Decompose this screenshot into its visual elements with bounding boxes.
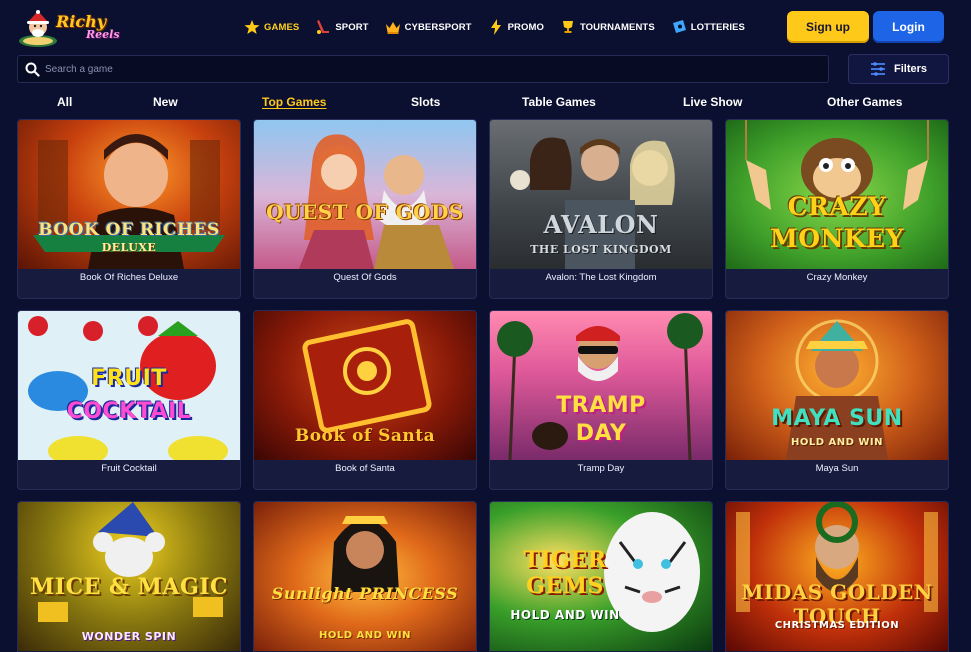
- game-art-title: AVALON: [543, 210, 659, 239]
- game-art-title: FRUIT: [91, 366, 167, 391]
- game-card[interactable]: MAYA SUN HOLD AND WIN Maya Sun: [725, 310, 949, 490]
- star-icon: [244, 20, 260, 34]
- game-art-subtitle: HOLD AND WIN: [790, 437, 884, 448]
- search-bar: [17, 55, 829, 83]
- game-art-title: TRAMP: [556, 393, 646, 418]
- tab-all[interactable]: All: [57, 95, 72, 109]
- nav-cybersport[interactable]: CYBERSPORT: [385, 19, 472, 35]
- game-card[interactable]: MICE & MAGIC WONDER SPIN: [17, 501, 241, 652]
- search-input[interactable]: [45, 59, 805, 80]
- game-card[interactable]: QUEST OF GODS Quest Of Gods: [253, 119, 477, 299]
- sliders-icon: [870, 62, 885, 76]
- game-art-title: Sunlight PRINCESS: [271, 584, 459, 603]
- game-card[interactable]: BOOK OF RICHES DELUXE Book Of Riches Del…: [17, 119, 241, 299]
- game-thumbnail: MAYA SUN HOLD AND WIN: [726, 311, 948, 460]
- game-title: Book of Santa: [335, 463, 395, 474]
- game-card[interactable]: Book of Santa Book of Santa: [253, 310, 477, 490]
- game-title: Maya Sun: [815, 463, 859, 474]
- game-art-subtitle: WONDER SPIN: [81, 630, 177, 643]
- filters-label: Filters: [893, 63, 927, 75]
- game-art-title: Book of Santa: [294, 426, 436, 446]
- game-art-subtitle: CHRISTMAS EDITION: [774, 620, 900, 631]
- hockey-stick-icon: [317, 20, 330, 34]
- game-art-subtitle: MONKEY: [770, 224, 904, 253]
- game-thumbnail: CRAZY MONKEY: [726, 120, 948, 269]
- game-art-subtitle: DELUXE: [101, 241, 157, 254]
- tab-top-games[interactable]: Top Games: [262, 95, 326, 109]
- game-title: Quest Of Gods: [333, 272, 397, 283]
- game-thumbnail: TRAMP DAY: [490, 311, 712, 460]
- game-thumbnail: AVALON THE LOST KINGDOM: [490, 120, 712, 269]
- game-title: Crazy Monkey: [806, 272, 868, 283]
- game-title: Book Of Riches Deluxe: [79, 272, 179, 283]
- game-thumbnail: FRUIT COCKTAIL: [18, 311, 240, 460]
- tab-table-games[interactable]: Table Games: [522, 95, 596, 109]
- game-art-title: MAYA SUN: [771, 406, 903, 431]
- game-art-title: BOOK OF RICHES: [38, 220, 220, 240]
- game-art-title: TIGER GEMS: [523, 547, 607, 599]
- game-thumbnail: TIGER GEMS HOLD AND WIN: [490, 502, 712, 651]
- game-card[interactable]: Sunlight PRINCESS HOLD AND WIN: [253, 501, 477, 652]
- nav-tournaments[interactable]: TOURNAMENTS: [560, 19, 655, 35]
- game-card[interactable]: FRUIT COCKTAIL Fruit Cocktail: [17, 310, 241, 490]
- tab-live-show[interactable]: Live Show: [683, 95, 742, 109]
- game-title: Tramp Day: [577, 463, 625, 474]
- search-icon: [25, 62, 40, 77]
- site-header: Richy Reels GAMES SPORT CYBERSPORT PROMO…: [0, 0, 971, 54]
- login-button[interactable]: Login: [873, 11, 944, 43]
- game-art-subtitle: THE LOST KINGDOM: [530, 243, 672, 256]
- game-title: Avalon: The Lost Kingdom: [545, 272, 657, 283]
- tab-other-games[interactable]: Other Games: [827, 95, 902, 109]
- game-art-subtitle: HOLD AND WIN: [510, 608, 620, 622]
- game-art-subtitle: COCKTAIL: [66, 399, 192, 424]
- game-card[interactable]: CRAZY MONKEY Crazy Monkey: [725, 119, 949, 299]
- mascot-icon: [19, 10, 57, 47]
- game-thumbnail: BOOK OF RICHES DELUXE: [18, 120, 240, 269]
- ticket-icon: [672, 20, 686, 33]
- main-nav: GAMES SPORT CYBERSPORT PROMO TOURNAMENTS…: [244, 16, 745, 38]
- game-art-title: MICE & MAGIC: [29, 574, 229, 600]
- nav-sport[interactable]: SPORT: [315, 19, 368, 35]
- game-art-title: CRAZY: [787, 192, 887, 221]
- game-art-title: QUEST OF GODS: [266, 200, 464, 224]
- game-thumbnail: Sunlight PRINCESS HOLD AND WIN: [254, 502, 476, 651]
- game-card[interactable]: MIDAS GOLDEN TOUCH CHRISTMAS EDITION: [725, 501, 949, 652]
- trophy-icon: [562, 21, 573, 33]
- brand-subname: Reels: [86, 28, 120, 41]
- category-tabs: All New Top Games Slots Table Games Live…: [0, 93, 971, 113]
- game-thumbnail: QUEST OF GODS: [254, 120, 476, 269]
- game-thumbnail: Book of Santa: [254, 311, 476, 460]
- brand-logo[interactable]: Richy Reels: [16, 8, 126, 48]
- crown-icon: [385, 22, 400, 34]
- game-card[interactable]: AVALON THE LOST KINGDOM Avalon: The Lost…: [489, 119, 713, 299]
- tab-slots[interactable]: Slots: [411, 95, 440, 109]
- game-thumbnail: MICE & MAGIC WONDER SPIN: [18, 502, 240, 651]
- game-art-subtitle: DAY: [575, 421, 627, 446]
- nav-promo[interactable]: PROMO: [488, 19, 544, 35]
- game-card[interactable]: TRAMP DAY Tramp Day: [489, 310, 713, 490]
- nav-games[interactable]: GAMES: [244, 19, 299, 35]
- signup-button[interactable]: Sign up: [787, 11, 869, 43]
- game-card[interactable]: TIGER GEMS HOLD AND WIN: [489, 501, 713, 652]
- filters-button[interactable]: Filters: [848, 54, 949, 84]
- game-thumbnail: MIDAS GOLDEN TOUCH CHRISTMAS EDITION: [726, 502, 948, 651]
- lightning-icon: [490, 19, 501, 35]
- game-art-subtitle: HOLD AND WIN: [318, 630, 412, 641]
- game-title: Fruit Cocktail: [101, 463, 157, 474]
- nav-lotteries[interactable]: LOTTERIES: [671, 19, 745, 35]
- tab-new[interactable]: New: [153, 95, 178, 109]
